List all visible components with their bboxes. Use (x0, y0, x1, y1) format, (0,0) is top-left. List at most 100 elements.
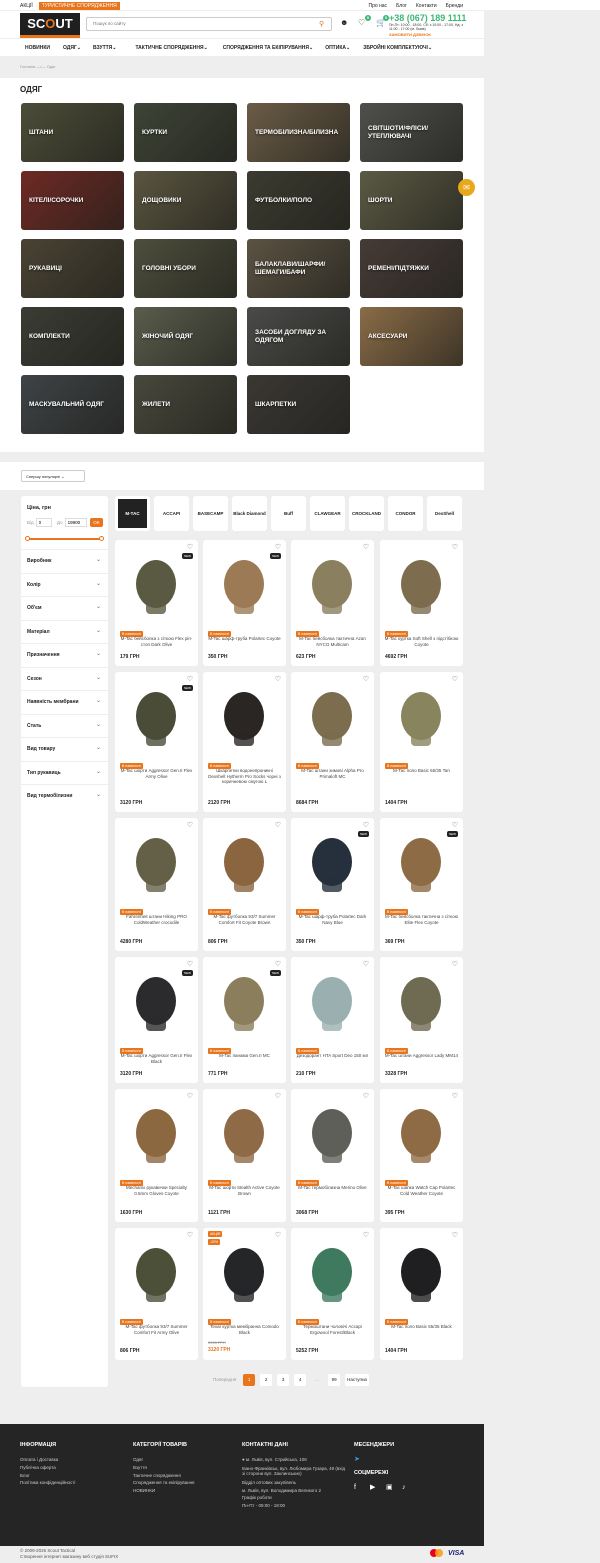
sort-select[interactable]: Спершу популярні ⌄ (21, 470, 85, 482)
category-tile[interactable]: МАСКУВАЛЬНИЙ ОДЯГ (21, 375, 124, 434)
category-tile[interactable]: АКСЕСУАРИ (360, 307, 463, 366)
filter-group[interactable]: Тип рукавиць ⌄ (21, 760, 108, 785)
product-image[interactable] (291, 1228, 374, 1310)
product-image[interactable] (380, 540, 463, 622)
facebook-icon[interactable]: f (354, 1484, 362, 1492)
product-card[interactable]: ♡ NEW В наявності M-Tac панама Gen.II MC 771… (203, 957, 286, 1083)
blog-link[interactable]: Блог (396, 3, 407, 9)
product-card[interactable]: ♡ В наявності Fahrenheit штани Hiking PRO … (115, 818, 198, 951)
wishlist-heart-icon[interactable]: ♡ (187, 821, 193, 829)
product-image[interactable] (291, 1089, 374, 1171)
brand-logo[interactable]: ACCAPI (154, 496, 189, 531)
product-name[interactable]: Texar куртка мембранна Comodo Black (207, 1324, 282, 1335)
instagram-icon[interactable]: ▣ (386, 1484, 394, 1492)
wishlist-heart-icon[interactable]: ♡ (187, 1092, 193, 1100)
category-tile[interactable]: ЖІНОЧИЙ ОДЯГ (134, 307, 237, 366)
price-from-input[interactable] (35, 518, 52, 527)
product-name[interactable]: Mechanix рукавички Specialty 0.5mm Glove… (119, 1185, 194, 1196)
category-tile[interactable]: КІТЕЛІ/СОРОЧКИ (21, 171, 124, 230)
product-image[interactable] (380, 672, 463, 754)
product-card[interactable]: ♡ NEW В наявності M-Tac бейсболка з сіткою … (115, 540, 198, 666)
product-name[interactable]: M-Tac штани Aggressor Lady MM14 (384, 1053, 459, 1059)
product-card[interactable]: ♡ NEW В наявності M-Tac бейсболка тактична … (380, 818, 463, 951)
category-tile[interactable]: ШОРТИ (360, 171, 463, 230)
category-tile[interactable]: КУРТКИ (134, 103, 237, 162)
product-card[interactable]: ♡ В наявності M-Tac штани Aggressor Lady M… (380, 957, 463, 1083)
product-image[interactable] (291, 672, 374, 754)
product-card[interactable]: ♡ В наявності M-Tac термобілизна Merino Ol… (291, 1089, 374, 1222)
tiktok-icon[interactable]: ♪ (402, 1484, 410, 1492)
product-image[interactable] (115, 1228, 198, 1310)
product-card[interactable]: ♡ NEW В наявності M-Tac шорти Aggressor Gen… (115, 957, 198, 1083)
wishlist-heart-icon[interactable]: ♡ (363, 675, 369, 683)
wishlist-icon[interactable]: ♡ 0 (358, 15, 371, 28)
category-tile[interactable]: РУКАВИЦІ (21, 239, 124, 298)
category-tile[interactable]: ГОЛОВНІ УБОРИ (134, 239, 237, 298)
product-card[interactable]: ♡ В наявності M-Tac футболка 93/7 Summer C… (203, 818, 286, 951)
search-icon[interactable]: ⚲ (319, 20, 327, 28)
callback-link[interactable]: ЗАМОВИТИ ДЗВІНОК (389, 32, 431, 37)
next-page[interactable]: Наступна (345, 1374, 369, 1386)
product-name[interactable]: M-Tac шарф-труба Polartec Dark Navy Blue (295, 914, 370, 925)
brand-logo[interactable]: CONDOR (388, 496, 423, 531)
user-icon[interactable]: ☻ (340, 18, 349, 28)
product-name[interactable]: M-Tac поло Basic 65/35 Black (384, 1324, 459, 1330)
product-card[interactable]: ♡ NEW В наявності M-Tac шарф-труба Polartec… (203, 540, 286, 666)
wishlist-heart-icon[interactable]: ♡ (187, 543, 193, 551)
footer-link[interactable]: Блог (20, 1472, 75, 1480)
footer-link[interactable]: НОВИНКИ (133, 1487, 195, 1495)
product-card[interactable]: ♡ В наявності M-Tac футболка 93/7 Summer C… (115, 1228, 198, 1360)
filter-group[interactable]: Сезон ⌄ (21, 666, 108, 691)
product-name[interactable]: M-Tac бейсболка з сіткою Flex ріп-стоп D… (119, 636, 194, 647)
wishlist-heart-icon[interactable]: ♡ (275, 960, 281, 968)
cart-icon[interactable]: 🛒 0 (376, 15, 389, 28)
wishlist-heart-icon[interactable]: ♡ (187, 675, 193, 683)
wishlist-heart-icon[interactable]: ♡ (187, 960, 193, 968)
wishlist-heart-icon[interactable]: ♡ (363, 960, 369, 968)
footer-link[interactable]: Тактичне спорядження (133, 1472, 195, 1480)
category-tile[interactable]: ШКАРПЕТКИ (247, 375, 350, 434)
price-to-input[interactable] (64, 518, 87, 527)
product-card[interactable]: ♡ В наявності M-Tac поло Basic 65/35 Black… (380, 1228, 463, 1360)
category-tile[interactable]: ДОЩОВИКИ (134, 171, 237, 230)
wishlist-heart-icon[interactable]: ♡ (452, 543, 458, 551)
brand-logo[interactable]: Buff (271, 496, 306, 531)
phone-number[interactable]: +38 (067) 189 1111 (389, 13, 466, 23)
product-name[interactable]: M-Tac шорти Aggressor Gen.II Flex Black (119, 1053, 194, 1064)
product-card[interactable]: ♡ NEW В наявності M-Tac шорти Aggressor Gen… (115, 672, 198, 812)
footer-link[interactable]: Політика конфіденційності (20, 1479, 75, 1487)
brands-link[interactable]: Бренди (446, 3, 463, 9)
product-name[interactable]: Дезодорант HTA Sport Deo 150 мл (295, 1053, 370, 1059)
product-card[interactable]: ♡ В наявності Термоштани чоловічі Accapi E… (291, 1228, 374, 1360)
product-card[interactable]: ♡ АКЦІЯ -20% В наявності Texar куртка мембра… (203, 1228, 286, 1360)
brand-logo[interactable]: CLAWGEAR (310, 496, 345, 531)
product-name[interactable]: M-Tac футболка 93/7 Summer Comfort Fit C… (207, 914, 282, 925)
product-card[interactable]: ♡ В наявності Mechanix рукавички Specialty… (115, 1089, 198, 1222)
product-image[interactable] (380, 1089, 463, 1171)
page-99[interactable]: 99 (328, 1374, 341, 1386)
wishlist-heart-icon[interactable]: ♡ (275, 1231, 281, 1239)
product-name[interactable]: M-Tac шорти Aggressor Gen.II Flex Army O… (119, 768, 194, 779)
product-name[interactable]: M-Tac штани зимові Alpha Pro Primaloft M… (295, 768, 370, 779)
copyright-dev[interactable]: Створення інтернет магазину веб студія S… (20, 1554, 118, 1560)
brand-logo[interactable]: BASECAMP (193, 496, 228, 531)
search-input[interactable] (93, 21, 293, 26)
nav-item[interactable]: НОВИНКИ (25, 45, 50, 51)
product-name[interactable]: M-Tac шапка Watch Cap Polartec Cold Weat… (384, 1185, 459, 1196)
product-image[interactable] (380, 1228, 463, 1310)
product-name[interactable]: M-Tac бейсболка тактична Azan NYCO Multi… (295, 636, 370, 647)
product-name[interactable]: Термоштани чоловічі Accapi Ergowool Fore… (295, 1324, 370, 1335)
wishlist-heart-icon[interactable]: ♡ (275, 821, 281, 829)
brand-logo[interactable]: CROCKLAND (349, 496, 384, 531)
wishlist-heart-icon[interactable]: ♡ (452, 1231, 458, 1239)
product-image[interactable] (291, 957, 374, 1039)
product-name[interactable]: M-Tac куртка Soft Shell з підстібкою Coy… (384, 636, 459, 647)
nav-item[interactable]: СПОРЯДЖЕННЯ ТА ЕКІПІРУВАННЯ (223, 45, 309, 51)
nav-item[interactable]: ЗБРОЙНІ КОМПЛЕКТУЮЧІ (363, 45, 428, 51)
price-slider[interactable] (25, 536, 104, 541)
product-card[interactable]: ♡ NEW В наявності M-Tac шарф-труба Polartec… (291, 818, 374, 951)
chat-icon[interactable]: ✉ (458, 179, 475, 196)
category-tile[interactable]: ЖИЛЕТИ (134, 375, 237, 434)
product-image[interactable] (203, 672, 286, 754)
product-card[interactable]: ♡ В наявності M-Tac бейсболка тактична Aza… (291, 540, 374, 666)
